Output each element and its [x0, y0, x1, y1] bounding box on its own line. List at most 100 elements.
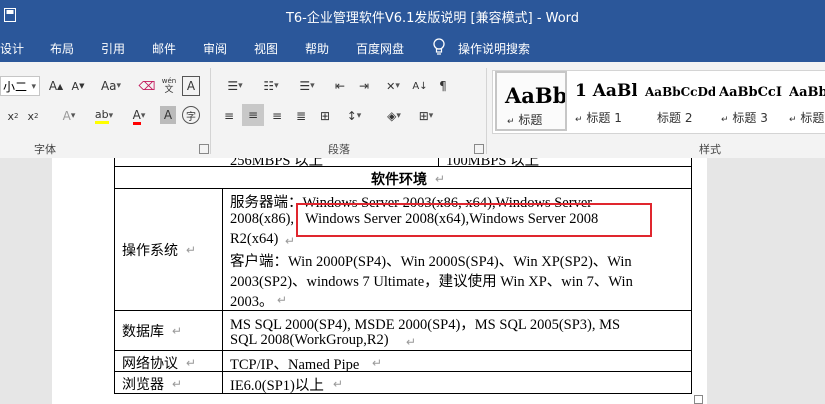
ribbon: 小二 ▾ A ▲ A ▼ Aa ▾ ⌫ wén 文 A x2 x2 A ▾ ab ▾ A ▾ … — [0, 62, 825, 159]
cell-text: TCP/IP、Named Pipe — [230, 357, 360, 373]
cell-text: 2008(x86), — [230, 211, 295, 227]
multilevel-list-icon[interactable]: ☰ ▾ — [292, 76, 322, 96]
tab-help[interactable]: 帮助 — [305, 40, 329, 57]
font-group-label: 字体 — [34, 143, 56, 156]
style-name: ↵ 标题 1 — [575, 111, 622, 125]
tell-me-search[interactable]: 操作说明搜索 — [458, 40, 530, 57]
table-col-divider — [222, 188, 223, 394]
line-spacing-icon[interactable]: ↕ ▾ — [340, 106, 368, 126]
justify-icon[interactable]: ≣ — [290, 106, 312, 126]
show-marks-icon[interactable]: ¶ — [434, 76, 452, 96]
cell-text: 256MBPS 以上 — [230, 158, 324, 166]
style-heading-4[interactable]: AaBbC ↵ 标题 4 — [789, 71, 825, 131]
table-row-border — [114, 393, 692, 394]
style-title[interactable]: AaBb ↵ 标题 — [495, 71, 567, 131]
tab-design[interactable]: 设计 — [0, 40, 24, 57]
table-border-right — [691, 158, 692, 394]
cell-text: IE6.0(SP1)以上 — [230, 378, 324, 394]
table-resize-handle[interactable] — [694, 395, 703, 404]
superscript-icon[interactable]: x2 — [26, 106, 40, 126]
borders-icon[interactable]: ⊞ ▾ — [412, 106, 440, 126]
grow-font-icon[interactable]: A ▲ — [46, 76, 66, 96]
style-sample: AaBb — [505, 83, 567, 108]
row-label-browser: 浏览器 — [122, 377, 164, 393]
table-row-border — [114, 371, 692, 372]
row-label-database: 数据库 — [122, 324, 164, 340]
clipped-cell: 256MBPS 以上 — [230, 158, 430, 166]
group-divider — [210, 68, 211, 154]
cell-text: R2(x64) — [230, 231, 279, 247]
clipped-cell: 100MBPS 以上 — [446, 158, 646, 166]
decrease-indent-icon[interactable]: ⇤ — [330, 76, 350, 96]
font-dialog-launcher-icon[interactable] — [199, 144, 209, 154]
tab-layout[interactable]: 布局 — [50, 40, 74, 57]
tab-review[interactable]: 审阅 — [203, 40, 227, 57]
highlight-icon[interactable]: ab ▾ — [90, 106, 118, 126]
style-sample: AaBbCcI — [719, 85, 782, 100]
style-name: 标题 2 — [657, 111, 693, 125]
style-heading-3[interactable]: AaBbCcI ↵ 标题 3 — [719, 71, 789, 131]
paragraph-mark: ↵ — [172, 377, 183, 391]
paragraph-mark: ↵ — [277, 293, 288, 307]
change-case-icon[interactable]: Aa ▾ — [96, 76, 126, 96]
cell-text: 2003(SP2)、windows 7 Ultimate，建议使用 Win XP… — [230, 274, 633, 290]
text-effects-icon[interactable]: A ▾ — [56, 106, 82, 126]
paragraph-mark: ↵ — [406, 335, 417, 349]
char-border-icon[interactable]: A — [182, 76, 200, 96]
paragraph-mark: ↵ — [372, 356, 383, 370]
style-sample: 1 AaBl — [575, 81, 637, 101]
numbering-icon[interactable]: ☷ ▾ — [256, 76, 286, 96]
table-row-border — [114, 350, 692, 351]
paragraph-mark: ↵ — [172, 324, 183, 338]
tab-view[interactable]: 视图 — [254, 40, 278, 57]
paragraph-group-label: 段落 — [328, 143, 350, 156]
cell-text: 2003。 — [230, 294, 274, 310]
char-shading-icon[interactable]: A — [160, 106, 176, 124]
bullets-icon[interactable]: ☰ ▾ — [220, 76, 250, 96]
chevron-down-icon: ▾ — [31, 82, 36, 92]
cell-text: SQL 2008(WorkGroup,R2) — [230, 332, 389, 348]
subscript-icon[interactable]: x2 — [6, 106, 20, 126]
section-header: 软件环境 — [371, 172, 427, 188]
chinese-layout-icon[interactable]: ✕ ▾ — [380, 76, 406, 96]
align-left-icon[interactable]: ≡ — [218, 106, 240, 126]
phonetic-guide-icon[interactable]: wén 文 — [160, 74, 178, 98]
distributed-icon[interactable]: ⊞ — [314, 106, 336, 126]
style-heading-1[interactable]: 1 AaBl ↵ 标题 1 — [571, 71, 637, 131]
font-size-value: 小二 — [3, 80, 28, 94]
enclose-char-icon[interactable]: 字 — [182, 106, 200, 124]
paragraph-dialog-launcher-icon[interactable] — [474, 144, 484, 154]
table-col-divider — [438, 158, 439, 166]
increase-indent-icon[interactable]: ⇥ — [354, 76, 374, 96]
table-row-border — [114, 166, 692, 167]
shading-icon[interactable]: ◈ ▾ — [380, 106, 408, 126]
tab-baidu-netdisk[interactable]: 百度网盘 — [356, 40, 404, 57]
table-row-border — [114, 310, 692, 311]
shrink-font-icon[interactable]: A ▼ — [68, 76, 88, 96]
title-bar: T6-企业管理软件V6.1发版说明 [兼容模式] - Word — [0, 0, 825, 32]
style-heading-2[interactable]: AaBbCcDd 标题 2 — [643, 71, 715, 131]
paragraph-mark: ↵ — [435, 172, 446, 186]
lightbulb-icon[interactable] — [432, 38, 446, 56]
row-label-network: 网络协议 — [122, 356, 178, 372]
font-color-icon[interactable]: A ▾ — [126, 106, 152, 126]
tab-mailings[interactable]: 邮件 — [152, 40, 176, 57]
table-border-left — [114, 158, 115, 394]
align-center-icon[interactable]: ≡ — [242, 104, 264, 126]
window-title: T6-企业管理软件V6.1发版说明 [兼容模式] - Word — [285, 11, 580, 26]
paragraph-mark: ↵ — [285, 234, 296, 248]
align-right-icon[interactable]: ≡ — [266, 106, 288, 126]
cell-text: MS SQL 2000(SP4), MSDE 2000(SP4)，MS SQL … — [230, 317, 621, 333]
ribbon-tabs: 设计 布局 引用 邮件 审阅 视图 帮助 百度网盘 操作说明搜索 — [0, 32, 825, 62]
font-size-select[interactable]: 小二 ▾ — [0, 76, 40, 96]
red-highlight-box — [296, 203, 652, 237]
cell-text: 100MBPS 以上 — [446, 158, 540, 166]
style-name: ↵ 标题 3 — [721, 111, 768, 125]
clear-formatting-icon[interactable]: ⌫ — [138, 76, 156, 96]
paragraph-mark: ↵ — [186, 356, 197, 370]
tab-references[interactable]: 引用 — [101, 40, 125, 57]
sort-icon[interactable]: A↓ — [410, 76, 430, 96]
group-divider — [486, 68, 487, 154]
style-sample: AaBbCcDd — [645, 85, 715, 99]
style-name: ↵ 标题 4 — [789, 111, 825, 125]
